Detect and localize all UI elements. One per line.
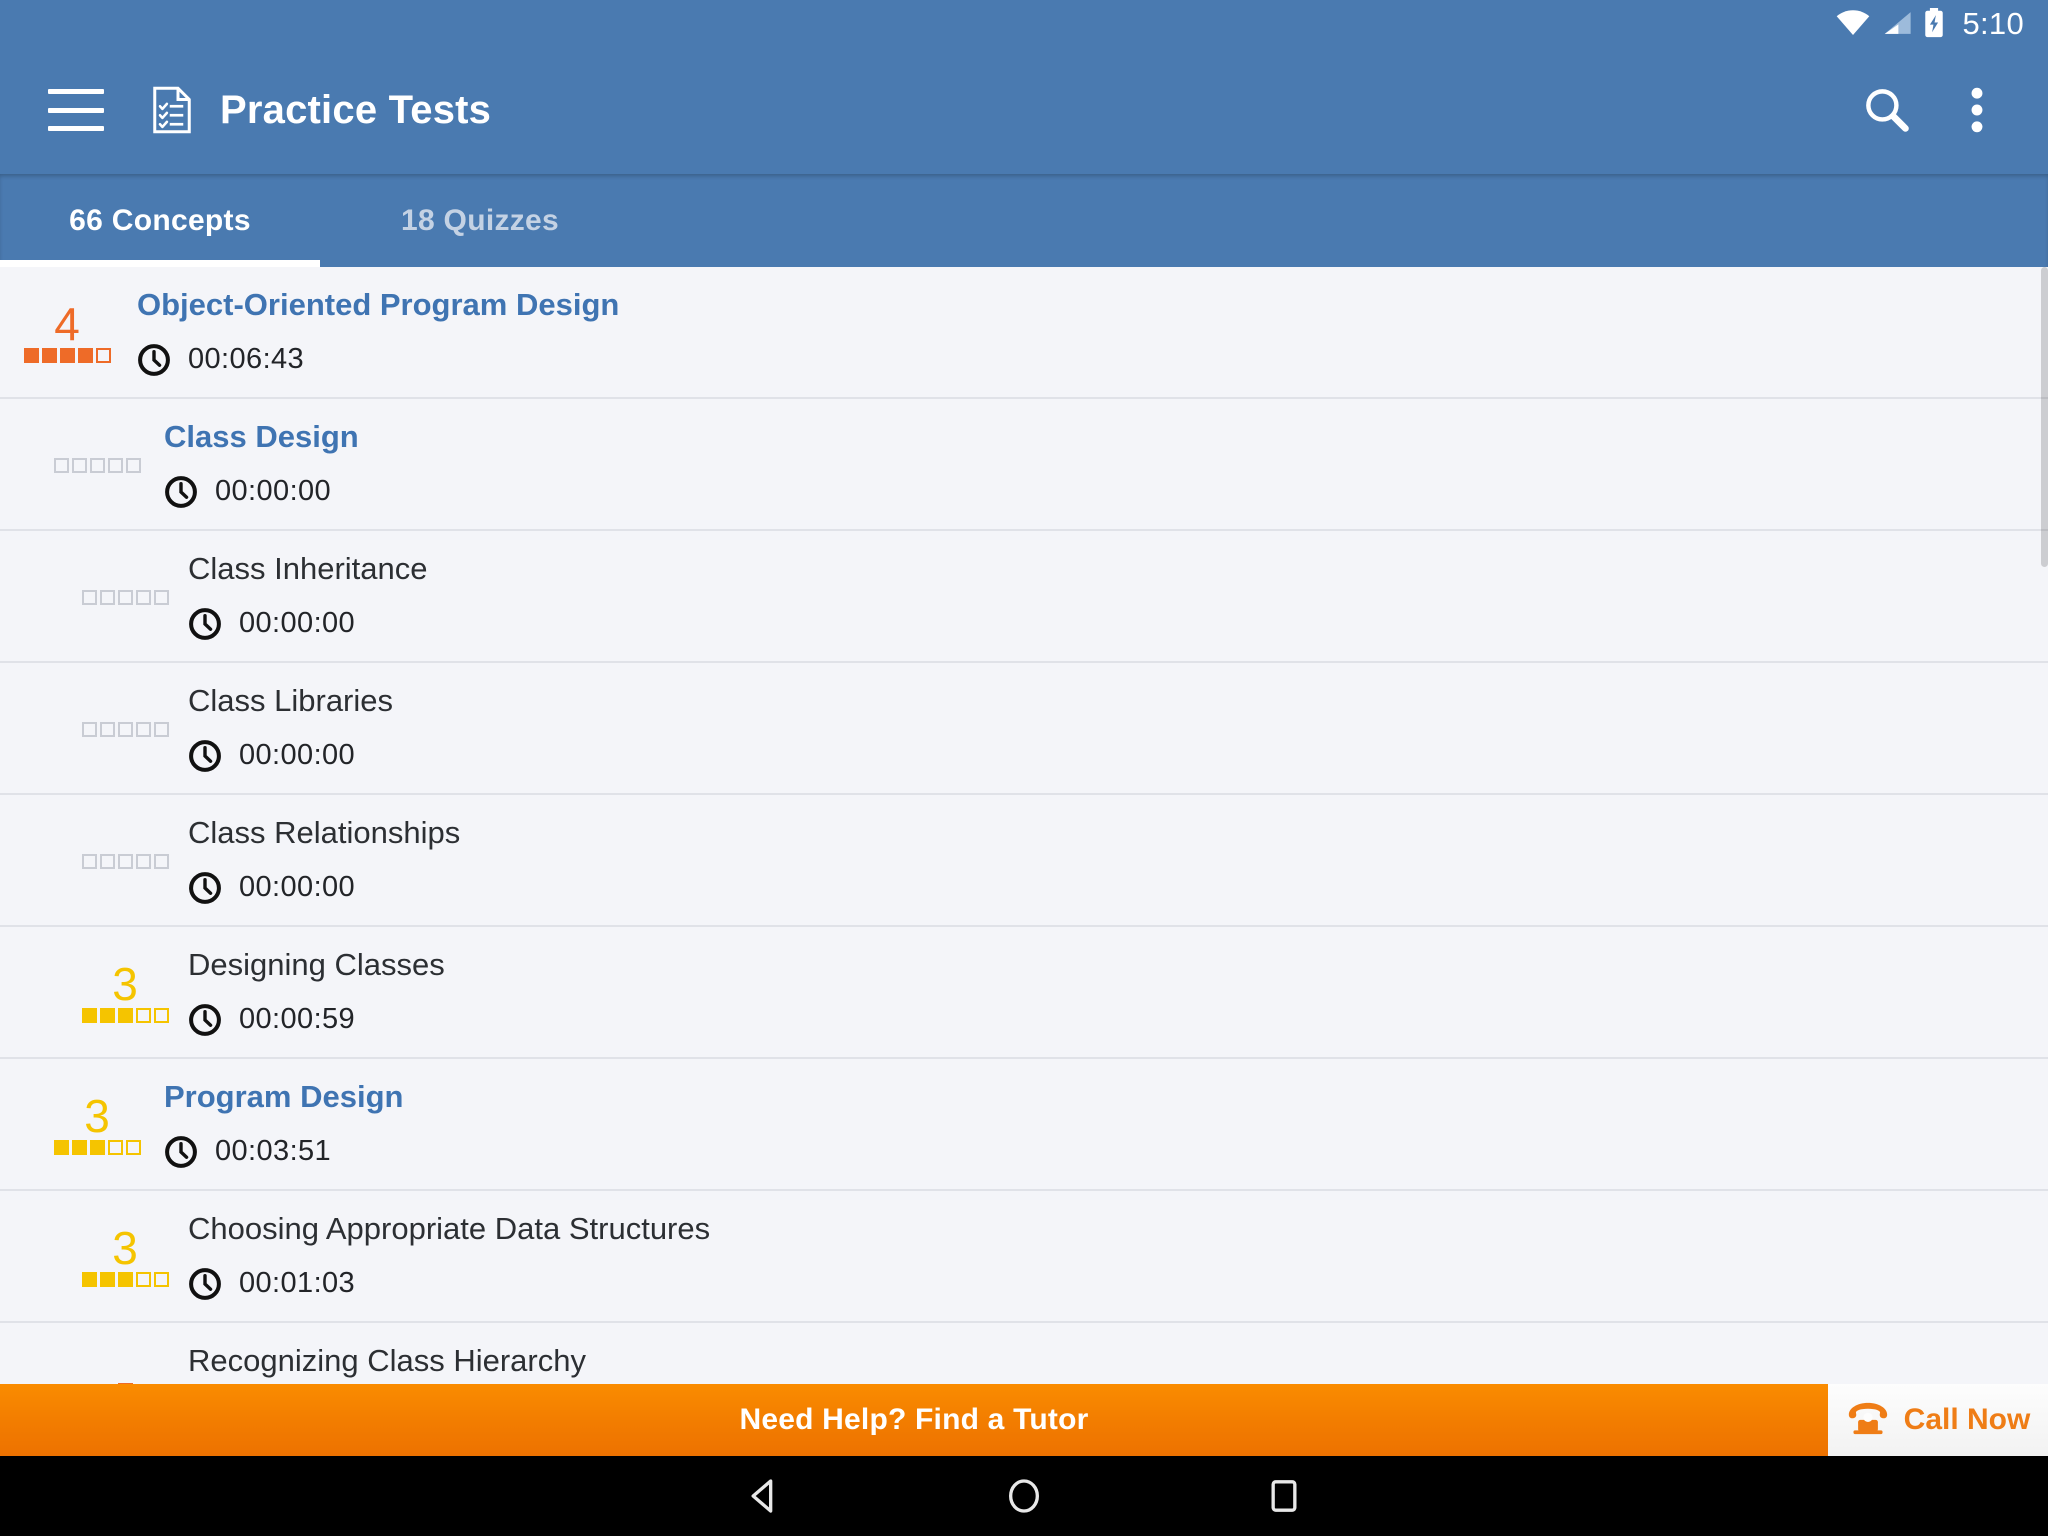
item-content: Object-Oriented Program Design 00:06:43: [137, 267, 619, 399]
clock-icon: [189, 871, 221, 904]
tutor-banner-body[interactable]: Need Help? Find a Tutor: [0, 1384, 1828, 1456]
rating-boxes: [53, 1139, 141, 1155]
item-title: Class Relationships: [188, 815, 461, 850]
item-time: 00:00:00: [239, 871, 356, 904]
item-time-row: 00:00:00: [188, 850, 460, 905]
app-screen: 5:10 Practice Tests 66 Concepts 18 Quizz…: [0, 0, 2048, 1536]
vertical-scrollbar[interactable]: [2041, 267, 2048, 567]
item-time: 00:01:03: [239, 1267, 356, 1300]
tab-indicator: [0, 260, 320, 267]
recents-square-icon[interactable]: [1154, 1456, 1414, 1536]
clock-icon: [165, 1135, 197, 1168]
tab-quizzes[interactable]: 18 Quizzes: [320, 174, 640, 267]
item-time-row: 00:06:43: [137, 322, 619, 377]
clock-icon: [189, 739, 221, 772]
rating-number: 3: [84, 1090, 110, 1143]
call-now-button[interactable]: Call Now: [1828, 1384, 2048, 1456]
item-time-row: 00:00:00: [188, 586, 428, 641]
app-bar: Practice Tests: [0, 46, 2048, 174]
cell-signal-icon: [1882, 10, 1912, 36]
item-time-row: 00:00:59: [188, 982, 445, 1037]
clock-icon: [189, 607, 221, 640]
rating-number: 4: [54, 298, 80, 351]
item-time-row: 00:01:03: [188, 1246, 710, 1301]
search-icon[interactable]: [1842, 65, 1932, 155]
home-circle-icon[interactable]: [894, 1456, 1154, 1536]
list-item[interactable]: Class Design 00:00:00: [0, 399, 2048, 531]
item-time: 00:00:00: [239, 607, 356, 640]
rating-boxes: [81, 853, 169, 869]
battery-charging-icon: [1924, 8, 1944, 38]
list-item[interactable]: 3 Program Design 00:03:51: [0, 1059, 2048, 1191]
status-time: 5:10: [1962, 5, 2024, 41]
item-content: Choosing Appropriate Data Structures 00:…: [188, 1191, 710, 1323]
rating-number: 3: [112, 958, 138, 1011]
rating-boxes: [81, 721, 169, 737]
status-bar: 5:10: [0, 0, 2048, 46]
rating-boxes: [53, 457, 141, 473]
overflow-menu-icon[interactable]: [1932, 65, 2022, 155]
clock-icon: [165, 475, 197, 508]
list-item[interactable]: 4 Object-Oriented Program Design 00:06:4…: [0, 267, 2048, 399]
clock-icon: [189, 1003, 221, 1036]
list-item[interactable]: Class Inheritance 00:00:00: [0, 531, 2048, 663]
hamburger-menu-icon[interactable]: [48, 89, 104, 131]
rating-boxes: [81, 1007, 169, 1023]
item-title: Designing Classes: [188, 947, 445, 982]
item-time: 00:00:00: [239, 739, 356, 772]
item-title: Recognizing Class Hierarchy: [188, 1343, 586, 1378]
item-content: Program Design 00:03:51: [164, 1059, 403, 1191]
concept-list[interactable]: 4 Object-Oriented Program Design 00:06:4…: [0, 267, 2048, 1536]
item-time-row: 00:00:00: [188, 718, 393, 773]
item-title: Program Design: [164, 1079, 404, 1114]
item-title: Object-Oriented Program Design: [137, 287, 620, 322]
item-content: Class Libraries 00:00:00: [188, 663, 393, 795]
item-title: Choosing Appropriate Data Structures: [188, 1211, 711, 1246]
rating-boxes: [81, 589, 169, 605]
item-title: Class Inheritance: [188, 551, 428, 586]
list-item[interactable]: 3 Designing Classes 00:00:59: [0, 927, 2048, 1059]
tab-bar: 66 Concepts 18 Quizzes: [0, 174, 2048, 267]
item-time: 00:00:00: [215, 475, 332, 508]
checklist-document-icon: [152, 86, 192, 134]
rating-boxes: [23, 347, 111, 363]
list-item[interactable]: Class Libraries 00:00:00: [0, 663, 2048, 795]
tab-concepts[interactable]: 66 Concepts: [0, 174, 320, 267]
list-item[interactable]: Class Relationships 00:00:00: [0, 795, 2048, 927]
item-title: Class Libraries: [188, 683, 394, 718]
list-item[interactable]: 3 Choosing Appropriate Data Structures 0…: [0, 1191, 2048, 1323]
item-time-row: 00:00:00: [164, 454, 359, 509]
rating-boxes: [81, 1271, 169, 1287]
item-title: Class Design: [164, 419, 359, 454]
clock-icon: [138, 343, 170, 376]
item-time: 00:06:43: [188, 343, 305, 376]
phone-icon: [1846, 1401, 1890, 1440]
call-now-label: Call Now: [1903, 1403, 2031, 1436]
item-content: Class Design 00:00:00: [164, 399, 359, 531]
wifi-icon: [1836, 10, 1870, 36]
tutor-banner: Need Help? Find a Tutor Call Now: [0, 1384, 2048, 1456]
clock-icon: [189, 1267, 221, 1300]
rating-number: 3: [112, 1222, 138, 1275]
item-time: 00:00:59: [239, 1003, 356, 1036]
item-content: Designing Classes 00:00:59: [188, 927, 445, 1059]
page-title: Practice Tests: [220, 87, 492, 132]
item-content: Class Relationships 00:00:00: [188, 795, 460, 927]
item-content: Class Inheritance 00:00:00: [188, 531, 428, 663]
item-time: 00:03:51: [215, 1135, 332, 1168]
tutor-banner-text: Need Help? Find a Tutor: [739, 1403, 1089, 1436]
item-time-row: 00:03:51: [164, 1114, 403, 1169]
android-nav-bar: [0, 1456, 2048, 1536]
back-triangle-icon[interactable]: [634, 1456, 894, 1536]
